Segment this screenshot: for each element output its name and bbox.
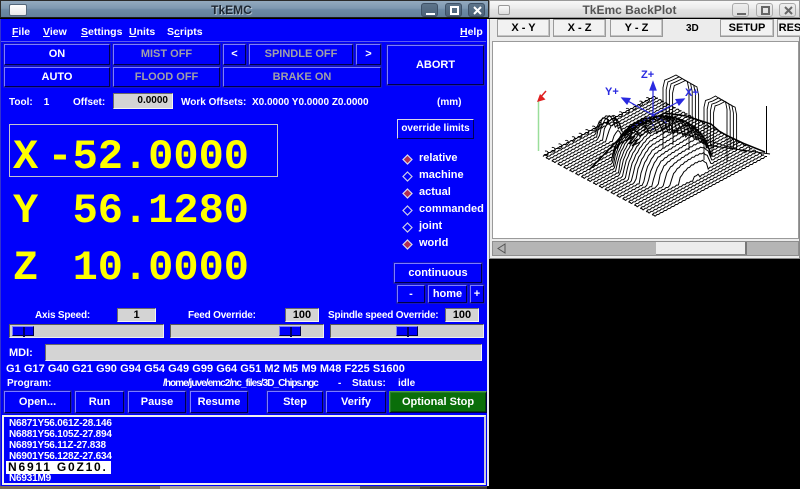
svg-text:X+: X+ (685, 87, 699, 99)
svg-text:Y+: Y+ (605, 86, 619, 98)
svg-text:Z+: Z+ (641, 69, 654, 81)
